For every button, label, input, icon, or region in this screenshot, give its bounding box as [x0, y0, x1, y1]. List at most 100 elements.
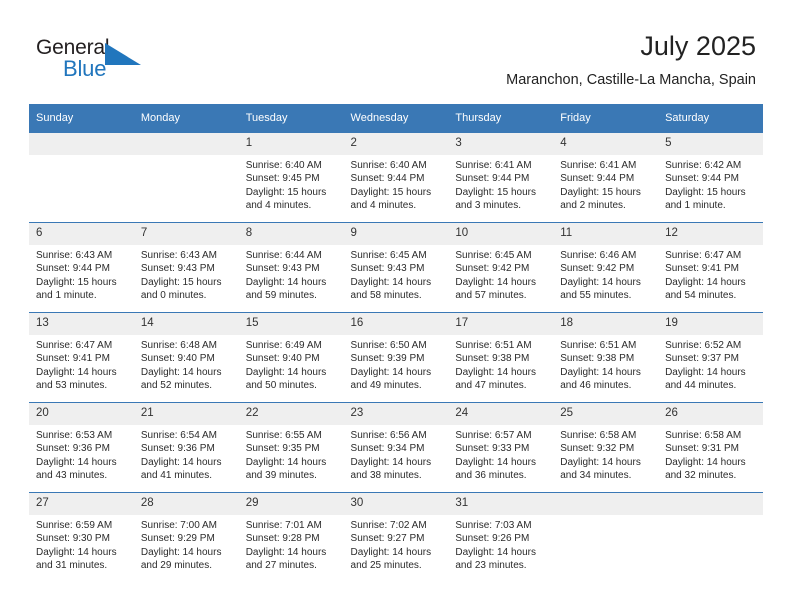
day-number: 17: [448, 313, 554, 335]
sunrise-text: Sunrise: 6:51 AM: [560, 340, 637, 351]
day-info: Sunrise: 6:59 AM Sunset: 9:30 PM Daylight:…: [29, 515, 134, 573]
daylight-text-line1: Daylight: 14 hours: [560, 456, 641, 468]
sunset-text: Sunset: 9:36 PM: [140, 443, 215, 455]
calendar-day-cell[interactable]: 19 Sunrise: 6:52 AM Sunset: 9:37 PM Dayligh…: [658, 312, 763, 403]
calendar-day-cell[interactable]: 29 Sunrise: 7:01 AM Sunset: 9:28 PM Dayligh…: [238, 492, 344, 582]
day-info: Sunrise: 6:48 AM Sunset: 9:40 PM Daylight:…: [134, 335, 239, 393]
sunrise-text: Sunrise: 7:03 AM: [455, 520, 532, 531]
day-number: 14: [133, 313, 239, 335]
calendar-day-cell[interactable]: 17 Sunrise: 6:51 AM Sunset: 9:38 PM Dayligh…: [448, 312, 554, 403]
daylight-text-line1: Daylight: 15 hours: [455, 186, 536, 198]
daylight-text-line1: Daylight: 14 hours: [36, 456, 117, 468]
day-info: Sunrise: 6:50 AM Sunset: 9:39 PM Daylight:…: [344, 335, 449, 393]
calendar-page: General Blue July 2025 Maranchon, Castil…: [0, 0, 792, 612]
daylight-text-line2: and 57 minutes.: [455, 290, 527, 302]
daylight-text-line1: Daylight: 14 hours: [36, 366, 117, 378]
daylight-text-line1: Daylight: 14 hours: [245, 366, 327, 378]
day-number: 27: [29, 493, 134, 515]
page-title: July 2025: [640, 31, 756, 61]
sunrise-text: Sunrise: 7:02 AM: [350, 520, 427, 531]
weekday-header-wednesday: Wednesday: [343, 104, 449, 133]
daylight-text-line2: and 3 minutes.: [455, 200, 521, 212]
calendar-day-cell[interactable]: 18 Sunrise: 6:51 AM Sunset: 9:38 PM Dayligh…: [553, 312, 659, 403]
calendar-day-cell[interactable]: 1 Sunrise: 6:40 AM Sunset: 9:45 PM Daylight…: [238, 132, 344, 223]
day-info: Sunrise: 6:58 AM Sunset: 9:32 PM Daylight:…: [553, 425, 658, 483]
daylight-text-line2: and 46 minutes.: [560, 380, 632, 392]
calendar-day-cell[interactable]: 8 Sunrise: 6:44 AM Sunset: 9:43 PM Daylight…: [238, 222, 344, 313]
calendar-day-cell[interactable]: 7 Sunrise: 6:43 AM Sunset: 9:43 PM Daylight…: [133, 222, 239, 313]
calendar-day-cell[interactable]: 16 Sunrise: 6:50 AM Sunset: 9:39 PM Dayligh…: [343, 312, 449, 403]
calendar-day-cell-empty: [553, 492, 659, 582]
daylight-text-line2: and 32 minutes.: [665, 470, 737, 482]
day-info: Sunrise: 6:54 AM Sunset: 9:36 PM Daylight:…: [134, 425, 239, 483]
calendar-day-cell[interactable]: 12 Sunrise: 6:47 AM Sunset: 9:41 PM Dayligh…: [658, 222, 763, 313]
calendar-day-cell[interactable]: 13 Sunrise: 6:47 AM Sunset: 9:41 PM Dayligh…: [29, 312, 134, 403]
daylight-text-line1: Daylight: 14 hours: [245, 456, 327, 468]
day-number: 31: [448, 493, 554, 515]
generalblue-logo[interactable]: General Blue: [36, 36, 166, 84]
calendar-day-cell[interactable]: 10 Sunrise: 6:45 AM Sunset: 9:42 PM Dayligh…: [448, 222, 554, 313]
day-number: 13: [29, 313, 134, 335]
sunrise-text: Sunrise: 6:43 AM: [140, 250, 217, 261]
calendar-day-cell[interactable]: 11 Sunrise: 6:46 AM Sunset: 9:42 PM Dayligh…: [553, 222, 659, 313]
sunset-text: Sunset: 9:44 PM: [665, 173, 739, 185]
page-subtitle: Maranchon, Castille-La Mancha, Spain: [506, 72, 756, 88]
daylight-text-line1: Daylight: 14 hours: [665, 456, 746, 468]
weekday-header-tuesday: Tuesday: [238, 104, 344, 133]
sunset-text: Sunset: 9:31 PM: [665, 443, 739, 455]
day-info: Sunrise: 6:51 AM Sunset: 9:38 PM Daylight:…: [448, 335, 553, 393]
daylight-text-line1: Daylight: 14 hours: [350, 546, 432, 558]
calendar-day-cell[interactable]: 24 Sunrise: 6:57 AM Sunset: 9:33 PM Dayligh…: [448, 402, 554, 493]
day-info: Sunrise: 6:43 AM Sunset: 9:44 PM Daylight:…: [29, 245, 134, 303]
calendar-day-cell[interactable]: 27 Sunrise: 6:59 AM Sunset: 9:30 PM Dayligh…: [29, 492, 134, 582]
calendar-week-row: 13 Sunrise: 6:47 AM Sunset: 9:41 PM Dayligh…: [29, 312, 763, 403]
weekday-header-monday: Monday: [133, 104, 239, 133]
sunset-text: Sunset: 9:34 PM: [350, 443, 425, 455]
calendar-day-cell[interactable]: 2 Sunrise: 6:40 AM Sunset: 9:44 PM Daylight…: [343, 132, 449, 223]
day-info: Sunrise: 6:45 AM Sunset: 9:43 PM Daylight:…: [344, 245, 449, 303]
sunrise-text: Sunrise: 6:51 AM: [455, 340, 532, 351]
calendar-day-cell[interactable]: 28 Sunrise: 7:00 AM Sunset: 9:29 PM Dayligh…: [133, 492, 239, 582]
day-number: 7: [133, 223, 239, 245]
sunrise-text: Sunrise: 6:48 AM: [140, 340, 217, 351]
calendar-day-cell[interactable]: 9 Sunrise: 6:45 AM Sunset: 9:43 PM Daylight…: [343, 222, 449, 313]
day-number: 12: [658, 223, 763, 245]
calendar-day-cell[interactable]: 23 Sunrise: 6:56 AM Sunset: 9:34 PM Dayligh…: [343, 402, 449, 493]
daylight-text-line1: Daylight: 14 hours: [455, 276, 536, 288]
daylight-text-line1: Daylight: 14 hours: [665, 366, 746, 378]
daylight-text-line2: and 1 minute.: [36, 290, 97, 302]
day-number: 1: [238, 133, 344, 155]
sunset-text: Sunset: 9:44 PM: [350, 173, 425, 185]
sunset-text: Sunset: 9:44 PM: [455, 173, 530, 185]
day-number: 8: [238, 223, 344, 245]
calendar-day-cell[interactable]: 26 Sunrise: 6:58 AM Sunset: 9:31 PM Dayligh…: [658, 402, 763, 493]
calendar-day-cell[interactable]: 22 Sunrise: 6:55 AM Sunset: 9:35 PM Dayligh…: [238, 402, 344, 493]
day-number: 9: [343, 223, 449, 245]
calendar-day-cell[interactable]: 31 Sunrise: 7:03 AM Sunset: 9:26 PM Dayligh…: [448, 492, 554, 582]
daylight-text-line1: Daylight: 15 hours: [350, 186, 432, 198]
calendar-day-cell[interactable]: 25 Sunrise: 6:58 AM Sunset: 9:32 PM Dayligh…: [553, 402, 659, 493]
daylight-text-line1: Daylight: 14 hours: [455, 456, 536, 468]
calendar-day-cell[interactable]: 14 Sunrise: 6:48 AM Sunset: 9:40 PM Dayligh…: [133, 312, 239, 403]
daylight-text-line2: and 31 minutes.: [36, 560, 108, 572]
calendar-day-cell[interactable]: 4 Sunrise: 6:41 AM Sunset: 9:44 PM Daylight…: [553, 132, 659, 223]
day-info: Sunrise: 6:47 AM Sunset: 9:41 PM Daylight:…: [658, 245, 763, 303]
calendar-day-cell[interactable]: 5 Sunrise: 6:42 AM Sunset: 9:44 PM Daylight…: [658, 132, 763, 223]
calendar-day-cell[interactable]: 15 Sunrise: 6:49 AM Sunset: 9:40 PM Dayligh…: [238, 312, 344, 403]
sunset-text: Sunset: 9:42 PM: [560, 263, 635, 275]
day-info: Sunrise: 7:02 AM Sunset: 9:27 PM Daylight:…: [344, 515, 449, 573]
weekday-header-row: Sunday Monday Tuesday Wednesday Thursday…: [29, 104, 763, 133]
day-info: Sunrise: 6:53 AM Sunset: 9:36 PM Daylight:…: [29, 425, 134, 483]
sunset-text: Sunset: 9:41 PM: [665, 263, 739, 275]
calendar-grid: Sunday Monday Tuesday Wednesday Thursday…: [29, 104, 763, 582]
calendar-day-cell[interactable]: 30 Sunrise: 7:02 AM Sunset: 9:27 PM Dayligh…: [343, 492, 449, 582]
calendar-day-cell[interactable]: 3 Sunrise: 6:41 AM Sunset: 9:44 PM Daylight…: [448, 132, 554, 223]
calendar-day-cell[interactable]: 6 Sunrise: 6:43 AM Sunset: 9:44 PM Daylight…: [29, 222, 134, 313]
day-info: Sunrise: 6:47 AM Sunset: 9:41 PM Daylight:…: [29, 335, 134, 393]
sunset-text: Sunset: 9:43 PM: [245, 263, 320, 275]
sunset-text: Sunset: 9:33 PM: [455, 443, 530, 455]
daylight-text-line1: Daylight: 14 hours: [350, 276, 432, 288]
calendar-day-cell[interactable]: 20 Sunrise: 6:53 AM Sunset: 9:36 PM Dayligh…: [29, 402, 134, 493]
day-info: Sunrise: 6:57 AM Sunset: 9:33 PM Daylight:…: [448, 425, 553, 483]
calendar-day-cell[interactable]: 21 Sunrise: 6:54 AM Sunset: 9:36 PM Dayligh…: [133, 402, 239, 493]
